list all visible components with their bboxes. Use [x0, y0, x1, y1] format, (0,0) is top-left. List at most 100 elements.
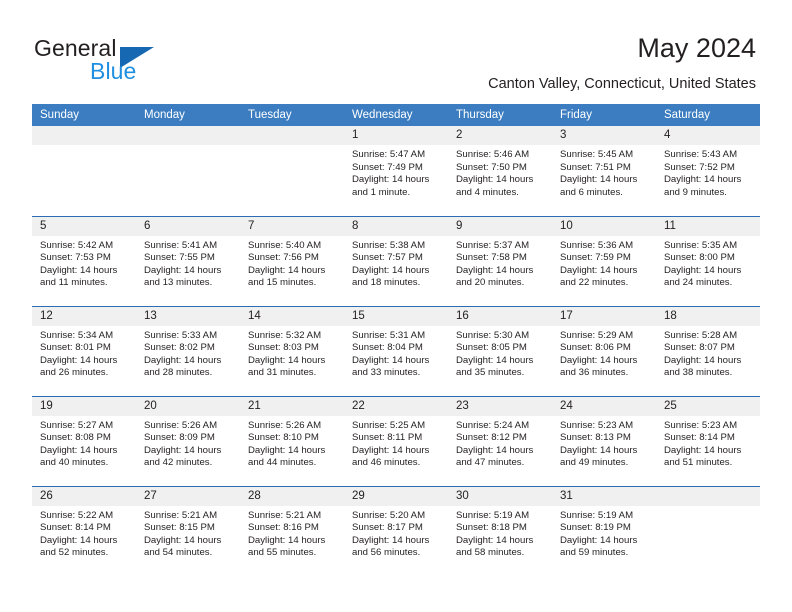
calendar-day-cell[interactable]: 7 Sunrise: 5:40 AM Sunset: 7:56 PM Daylight…: [240, 215, 344, 306]
sunset-text: Sunset: 7:55 PM: [144, 252, 215, 264]
logo-text-blue: Blue: [90, 58, 137, 84]
sunrise-text: Sunrise: 5:46 AM: [456, 149, 530, 160]
calendar-day-cell[interactable]: 25 Sunrise: 5:23 AM Sunset: 8:14 PM Dayligh…: [656, 395, 760, 486]
day-sun-info: Sunrise: 5:20 AM Sunset: 8:17 PM Daylight:…: [344, 506, 448, 560]
calendar-day-cell[interactable]: 10 Sunrise: 5:36 AM Sunset: 7:59 PM Dayligh…: [552, 215, 656, 306]
daylight-text-line2: and 44 minutes.: [248, 457, 317, 469]
sunset-text: Sunset: 8:11 PM: [352, 432, 423, 444]
calendar-day-cell[interactable]: 30 Sunrise: 5:19 AM Sunset: 8:18 PM Dayligh…: [448, 485, 552, 576]
calendar-day-cell[interactable]: 6 Sunrise: 5:41 AM Sunset: 7:55 PM Daylight…: [136, 215, 240, 306]
day-sun-info: Sunrise: 5:21 AM Sunset: 8:15 PM Daylight:…: [136, 506, 240, 560]
weekday-header-row: Sunday Monday Tuesday Wednesday Thursday…: [32, 104, 760, 126]
daylight-text-line2: and 38 minutes.: [664, 367, 733, 379]
day-number: 31: [552, 486, 656, 506]
calendar-day-cell[interactable]: 14 Sunrise: 5:32 AM Sunset: 8:03 PM Dayligh…: [240, 305, 344, 396]
day-sun-info: Sunrise: 5:29 AM Sunset: 8:06 PM Daylight:…: [552, 326, 656, 380]
sunrise-text: Sunrise: 5:36 AM: [560, 239, 634, 251]
calendar-day-cell[interactable]: 24 Sunrise: 5:23 AM Sunset: 8:13 PM Dayligh…: [552, 395, 656, 486]
calendar-day-cell[interactable]: 13 Sunrise: 5:33 AM Sunset: 8:02 PM Dayligh…: [136, 305, 240, 396]
daylight-text-line2: and 11 minutes.: [40, 277, 108, 289]
sunset-text: Sunset: 7:53 PM: [40, 252, 111, 264]
sunset-text: Sunset: 7:57 PM: [352, 252, 423, 264]
sunset-text: Sunset: 8:16 PM: [248, 522, 319, 534]
weekday-header-saturday: Saturday: [656, 104, 760, 126]
daylight-text-line2: and 55 minutes.: [248, 547, 317, 559]
calendar-day-cell[interactable]: 23 Sunrise: 5:24 AM Sunset: 8:12 PM Dayligh…: [448, 395, 552, 486]
calendar-day-cell[interactable]: 19 Sunrise: 5:27 AM Sunset: 8:08 PM Dayligh…: [32, 395, 136, 486]
day-number: 11: [656, 216, 760, 236]
weekday-header-wednesday: Wednesday: [344, 104, 448, 126]
day-number: 21: [240, 396, 344, 416]
daylight-text-line1: Daylight: 14 hours: [144, 264, 222, 276]
day-sun-info: Sunrise: 5:28 AM Sunset: 8:07 PM Daylight:…: [656, 326, 760, 380]
sunrise-text: Sunrise: 5:42 AM: [40, 239, 114, 251]
daylight-text-line2: and 1 minute.: [352, 186, 411, 198]
sunrise-text: Sunrise: 5:34 AM: [40, 329, 114, 341]
calendar-day-cell[interactable]: 1 Sunrise: 5:47 AM Sunset: 7:49 PM Daylight…: [344, 126, 448, 216]
day-sun-info: Sunrise: 5:33 AM Sunset: 8:02 PM Daylight:…: [136, 326, 240, 380]
daylight-text-line1: Daylight: 14 hours: [248, 354, 326, 366]
calendar-day-cell[interactable]: 22 Sunrise: 5:25 AM Sunset: 8:11 PM Dayligh…: [344, 395, 448, 486]
weekday-header-monday: Monday: [136, 104, 240, 126]
calendar-day-cell[interactable]: 16 Sunrise: 5:30 AM Sunset: 8:05 PM Dayligh…: [448, 305, 552, 396]
calendar-day-cell[interactable]: 9 Sunrise: 5:37 AM Sunset: 7:58 PM Daylight…: [448, 215, 552, 306]
sunset-text: Sunset: 8:09 PM: [144, 432, 215, 444]
sunrise-text: Sunrise: 5:47 AM: [352, 149, 426, 160]
calendar-week-row: 5 Sunrise: 5:42 AM Sunset: 7:53 PM Daylight…: [32, 215, 760, 306]
daylight-text-line2: and 13 minutes.: [144, 277, 213, 289]
sunrise-text: Sunrise: 5:19 AM: [560, 509, 634, 521]
sunset-text: Sunset: 8:08 PM: [40, 432, 111, 444]
daylight-text-line1: Daylight: 14 hours: [352, 354, 430, 366]
calendar-day-cell[interactable]: 15 Sunrise: 5:31 AM Sunset: 8:04 PM Dayligh…: [344, 305, 448, 396]
daylight-text-line2: and 24 minutes.: [664, 277, 733, 289]
calendar-day-cell[interactable]: 12 Sunrise: 5:34 AM Sunset: 8:01 PM Dayligh…: [32, 305, 136, 396]
sunrise-text: Sunrise: 5:32 AM: [248, 329, 322, 341]
daylight-text-line1: Daylight: 14 hours: [664, 444, 742, 456]
day-number: 24: [552, 396, 656, 416]
day-number: 13: [136, 306, 240, 326]
calendar-day-cell[interactable]: 2 Sunrise: 5:46 AM Sunset: 7:50 PM Daylight…: [448, 126, 552, 216]
sunrise-text: Sunrise: 5:35 AM: [664, 239, 738, 251]
calendar-day-cell[interactable]: 5 Sunrise: 5:42 AM Sunset: 7:53 PM Daylight…: [32, 215, 136, 306]
sunrise-text: Sunrise: 5:26 AM: [144, 419, 218, 431]
daylight-text-line1: Daylight: 14 hours: [456, 354, 534, 366]
day-number: 14: [240, 306, 344, 326]
sunset-text: Sunset: 8:02 PM: [144, 342, 215, 354]
daylight-text-line1: Daylight: 14 hours: [456, 534, 534, 546]
calendar-week-row: 1 Sunrise: 5:47 AM Sunset: 7:49 PM Daylight…: [32, 126, 760, 216]
calendar-day-cell[interactable]: 17 Sunrise: 5:29 AM Sunset: 8:06 PM Dayligh…: [552, 305, 656, 396]
calendar-day-cell[interactable]: 3 Sunrise: 5:45 AM Sunset: 7:51 PM Daylight…: [552, 126, 656, 216]
calendar-day-cell[interactable]: 28 Sunrise: 5:21 AM Sunset: 8:16 PM Dayligh…: [240, 485, 344, 576]
daylight-text-line1: Daylight: 14 hours: [40, 354, 118, 366]
calendar-day-cell[interactable]: 4 Sunrise: 5:43 AM Sunset: 7:52 PM Daylight…: [656, 126, 760, 216]
daylight-text-line1: Daylight: 14 hours: [560, 534, 638, 546]
sunset-text: Sunset: 8:10 PM: [248, 432, 319, 444]
sunrise-text: Sunrise: 5:28 AM: [664, 329, 738, 341]
calendar-body: 1 Sunrise: 5:47 AM Sunset: 7:49 PM Daylight…: [32, 126, 760, 576]
day-number: 7: [240, 216, 344, 236]
daylight-text-line1: Daylight: 14 hours: [560, 444, 638, 456]
calendar-day-cell[interactable]: 21 Sunrise: 5:26 AM Sunset: 8:10 PM Dayligh…: [240, 395, 344, 486]
day-number: 20: [136, 396, 240, 416]
calendar-day-cell[interactable]: 20 Sunrise: 5:26 AM Sunset: 8:09 PM Dayligh…: [136, 395, 240, 486]
sunset-text: Sunset: 8:04 PM: [352, 342, 423, 354]
sunrise-text: Sunrise: 5:21 AM: [144, 509, 218, 521]
sunrise-text: Sunrise: 5:21 AM: [248, 509, 322, 521]
weekday-header-thursday: Thursday: [448, 104, 552, 126]
day-sun-info: Sunrise: 5:46 AM Sunset: 7:50 PM Daylight:…: [448, 145, 552, 199]
day-number: 1: [344, 126, 448, 145]
calendar-day-cell[interactable]: 18 Sunrise: 5:28 AM Sunset: 8:07 PM Dayligh…: [656, 305, 760, 396]
daylight-text-line1: Daylight: 14 hours: [40, 444, 118, 456]
calendar-day-cell[interactable]: 29 Sunrise: 5:20 AM Sunset: 8:17 PM Dayligh…: [344, 485, 448, 576]
calendar-day-cell[interactable]: 26 Sunrise: 5:22 AM Sunset: 8:14 PM Dayligh…: [32, 485, 136, 576]
weekday-header-sunday: Sunday: [32, 104, 136, 126]
day-sun-info: Sunrise: 5:21 AM Sunset: 8:16 PM Daylight:…: [240, 506, 344, 560]
calendar-day-cell[interactable]: 8 Sunrise: 5:38 AM Sunset: 7:57 PM Daylight…: [344, 215, 448, 306]
sunset-text: Sunset: 7:52 PM: [664, 161, 735, 173]
sunset-text: Sunset: 7:49 PM: [352, 161, 423, 173]
calendar-day-cell[interactable]: 27 Sunrise: 5:21 AM Sunset: 8:15 PM Dayligh…: [136, 485, 240, 576]
sunrise-text: Sunrise: 5:31 AM: [352, 329, 426, 341]
calendar-day-cell[interactable]: 11 Sunrise: 5:35 AM Sunset: 8:00 PM Dayligh…: [656, 215, 760, 306]
sunset-text: Sunset: 8:19 PM: [560, 522, 631, 534]
calendar-day-cell[interactable]: 31 Sunrise: 5:19 AM Sunset: 8:19 PM Dayligh…: [552, 485, 656, 576]
